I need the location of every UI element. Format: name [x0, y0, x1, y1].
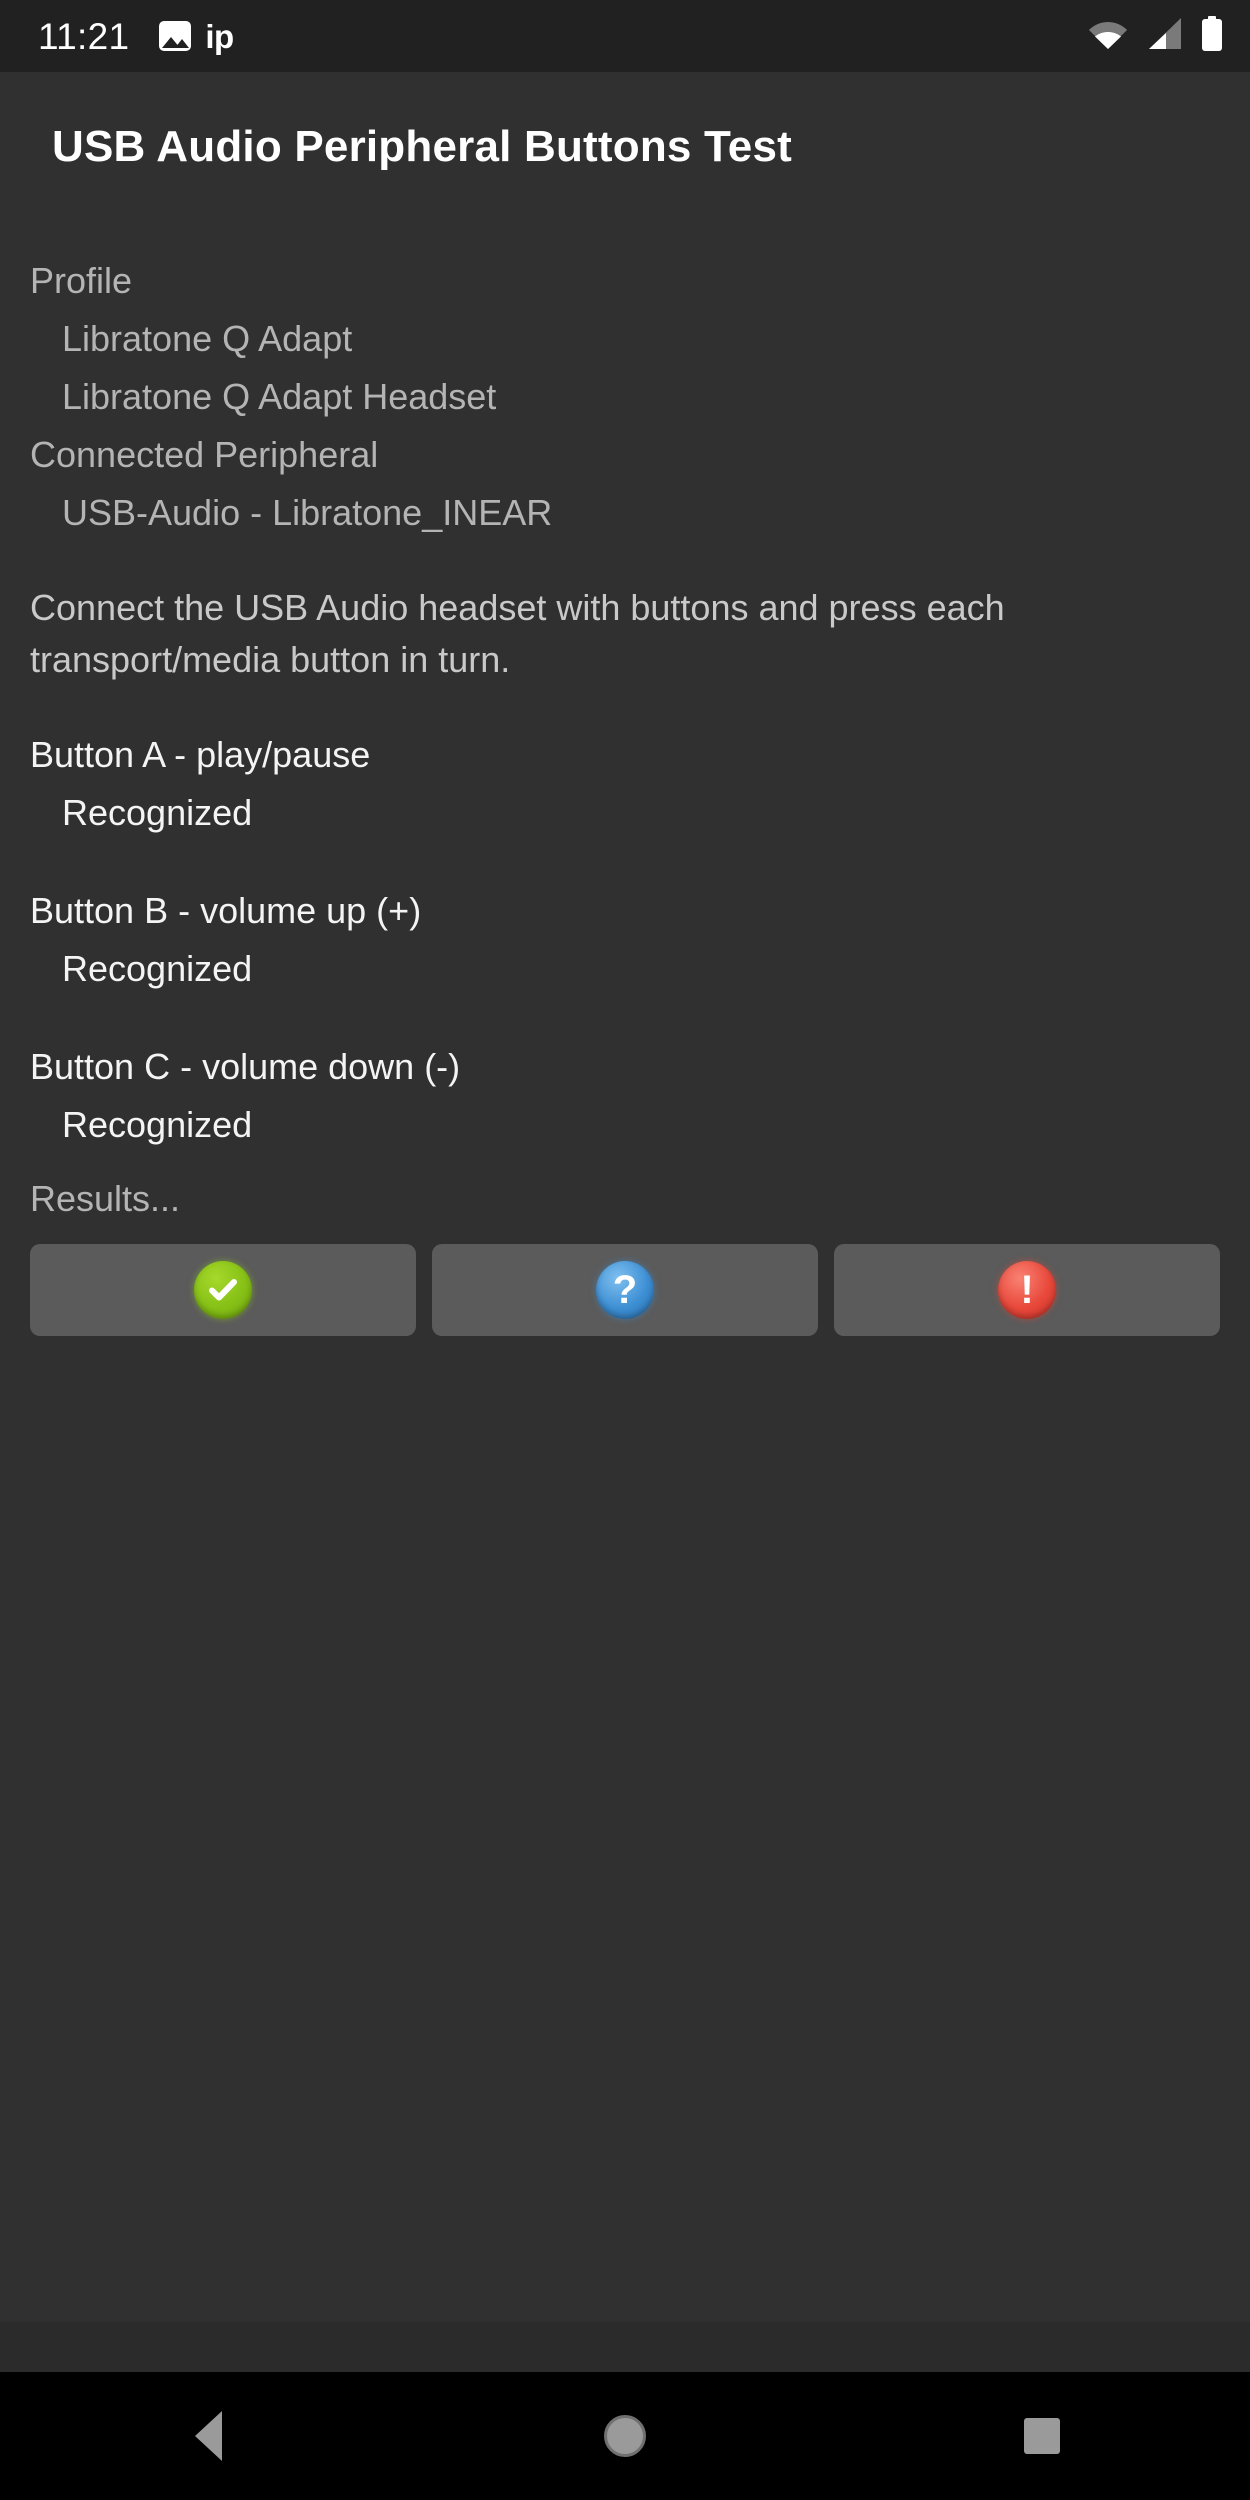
button-c-status: Recognized [62, 1104, 253, 1145]
exclamation-icon: ! [1020, 1268, 1034, 1312]
check-circle-icon [194, 1261, 252, 1319]
profile-label: Profile [30, 260, 133, 301]
home-button[interactable] [417, 2415, 834, 2457]
results-button-row: ? ! [30, 1244, 1220, 1336]
battery-icon [1200, 15, 1224, 57]
question-circle-icon: ? [596, 1261, 654, 1319]
cell-signal-icon [1145, 17, 1183, 56]
status-right-icon-group [1088, 15, 1224, 57]
info-button[interactable]: ? [432, 1244, 818, 1336]
recents-square-icon [1023, 2418, 1060, 2454]
recents-button[interactable] [833, 2418, 1250, 2454]
check-icon [209, 1279, 237, 1301]
ip-text-icon: ip [205, 17, 234, 55]
android-navigation-bar [0, 2372, 1250, 2500]
main-content: Profile Libratone Q Adapt Libratone Q Ad… [0, 222, 1250, 2322]
app-bar: USB Audio Peripheral Buttons Test [0, 72, 1250, 222]
home-circle-icon [604, 2415, 646, 2457]
wifi-icon [1088, 18, 1128, 55]
content-top-spacer [30, 222, 1220, 252]
peripheral-label: Connected Peripheral [30, 434, 379, 475]
results-label: Results... [30, 1178, 181, 1219]
button-b-status: Recognized [62, 948, 253, 989]
spacer-after-instructions [30, 686, 1220, 726]
button-b-label: Button B - volume up (+) [30, 890, 422, 931]
exclamation-circle-icon: ! [998, 1261, 1056, 1319]
fail-button[interactable]: ! [834, 1244, 1220, 1336]
question-icon: ? [612, 1268, 638, 1312]
status-bar: 11:21 ip [0, 0, 1250, 72]
instructions-text: Connect the USB Audio headset with butto… [30, 587, 1005, 680]
status-left-icon-group: ip [159, 17, 234, 55]
back-triangle-icon [194, 2411, 222, 2461]
button-c-label: Button C - volume down (-) [30, 1046, 461, 1087]
spacer-after-button-a [30, 842, 1220, 882]
status-time: 11:21 [38, 15, 130, 57]
spacer-after-button-c [30, 1154, 1220, 1170]
spacer-after-button-b [30, 998, 1220, 1038]
peripheral-value-0: USB-Audio - Libratone_INEAR [62, 492, 553, 533]
back-button[interactable] [0, 2411, 417, 2461]
profile-value-0: Libratone Q Adapt [62, 318, 353, 359]
profile-value-1: Libratone Q Adapt Headset [62, 376, 497, 417]
spacer-after-peripheral [30, 542, 1220, 582]
pass-button[interactable] [30, 1244, 416, 1336]
button-a-label: Button A - play/pause [30, 734, 371, 775]
button-a-status: Recognized [62, 792, 253, 833]
page-title: USB Audio Peripheral Buttons Test [52, 122, 792, 171]
photo-icon [159, 21, 192, 51]
